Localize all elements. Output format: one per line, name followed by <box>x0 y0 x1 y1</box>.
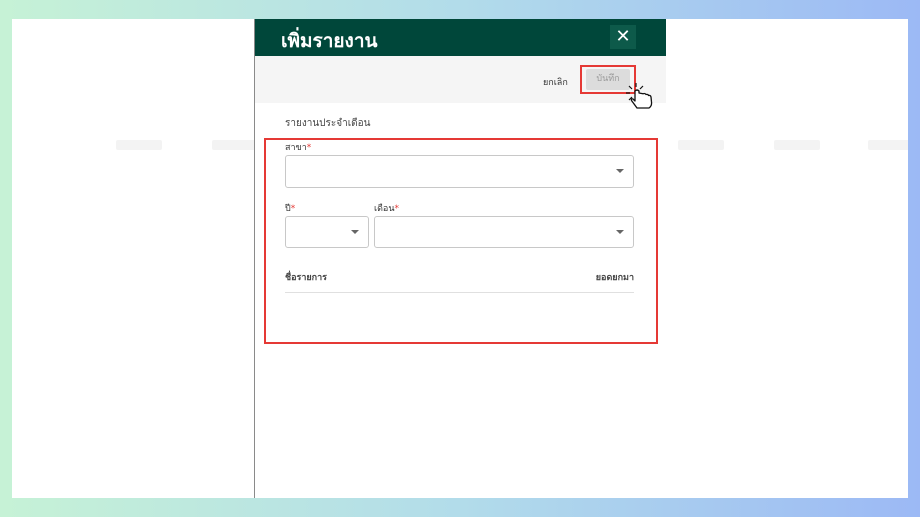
background-placeholder <box>774 140 820 150</box>
chevron-down-icon <box>351 230 359 234</box>
month-select[interactable] <box>374 216 634 248</box>
table-divider <box>285 292 634 293</box>
dialog-toolbar: ยกเลิก บันทึก <box>255 56 666 103</box>
chevron-down-icon <box>616 169 624 173</box>
app-canvas: เพิ่มรายงาน ✕ ยกเลิก บันทึก รายงานประจำเ… <box>12 19 908 498</box>
year-label: ปี* <box>285 204 296 214</box>
save-button[interactable]: บันทึก <box>586 69 630 90</box>
chevron-down-icon <box>616 230 624 234</box>
background-placeholder <box>116 140 162 150</box>
dialog-title: เพิ่มรายงาน <box>281 30 378 52</box>
branch-select[interactable] <box>285 155 634 188</box>
background-placeholder <box>868 140 908 150</box>
dialog-header: เพิ่มรายงาน ✕ <box>255 19 666 56</box>
close-icon: ✕ <box>615 26 631 47</box>
year-select[interactable] <box>285 216 369 248</box>
month-label: เดือน* <box>374 204 399 214</box>
column-header-balance: ยอดยกมา <box>595 273 634 283</box>
hand-pointer-icon <box>626 83 653 109</box>
background-placeholder <box>212 140 258 150</box>
branch-label: สาขา* <box>285 143 312 153</box>
add-report-dialog: เพิ่มรายงาน ✕ ยกเลิก บันทึก รายงานประจำเ… <box>254 19 666 498</box>
report-subtitle: รายงานประจำเดือน <box>285 118 371 129</box>
close-button[interactable]: ✕ <box>610 25 636 49</box>
column-header-name: ชื่อรายการ <box>285 273 328 283</box>
cancel-button[interactable]: ยกเลิก <box>543 75 568 89</box>
background-placeholder <box>678 140 724 150</box>
